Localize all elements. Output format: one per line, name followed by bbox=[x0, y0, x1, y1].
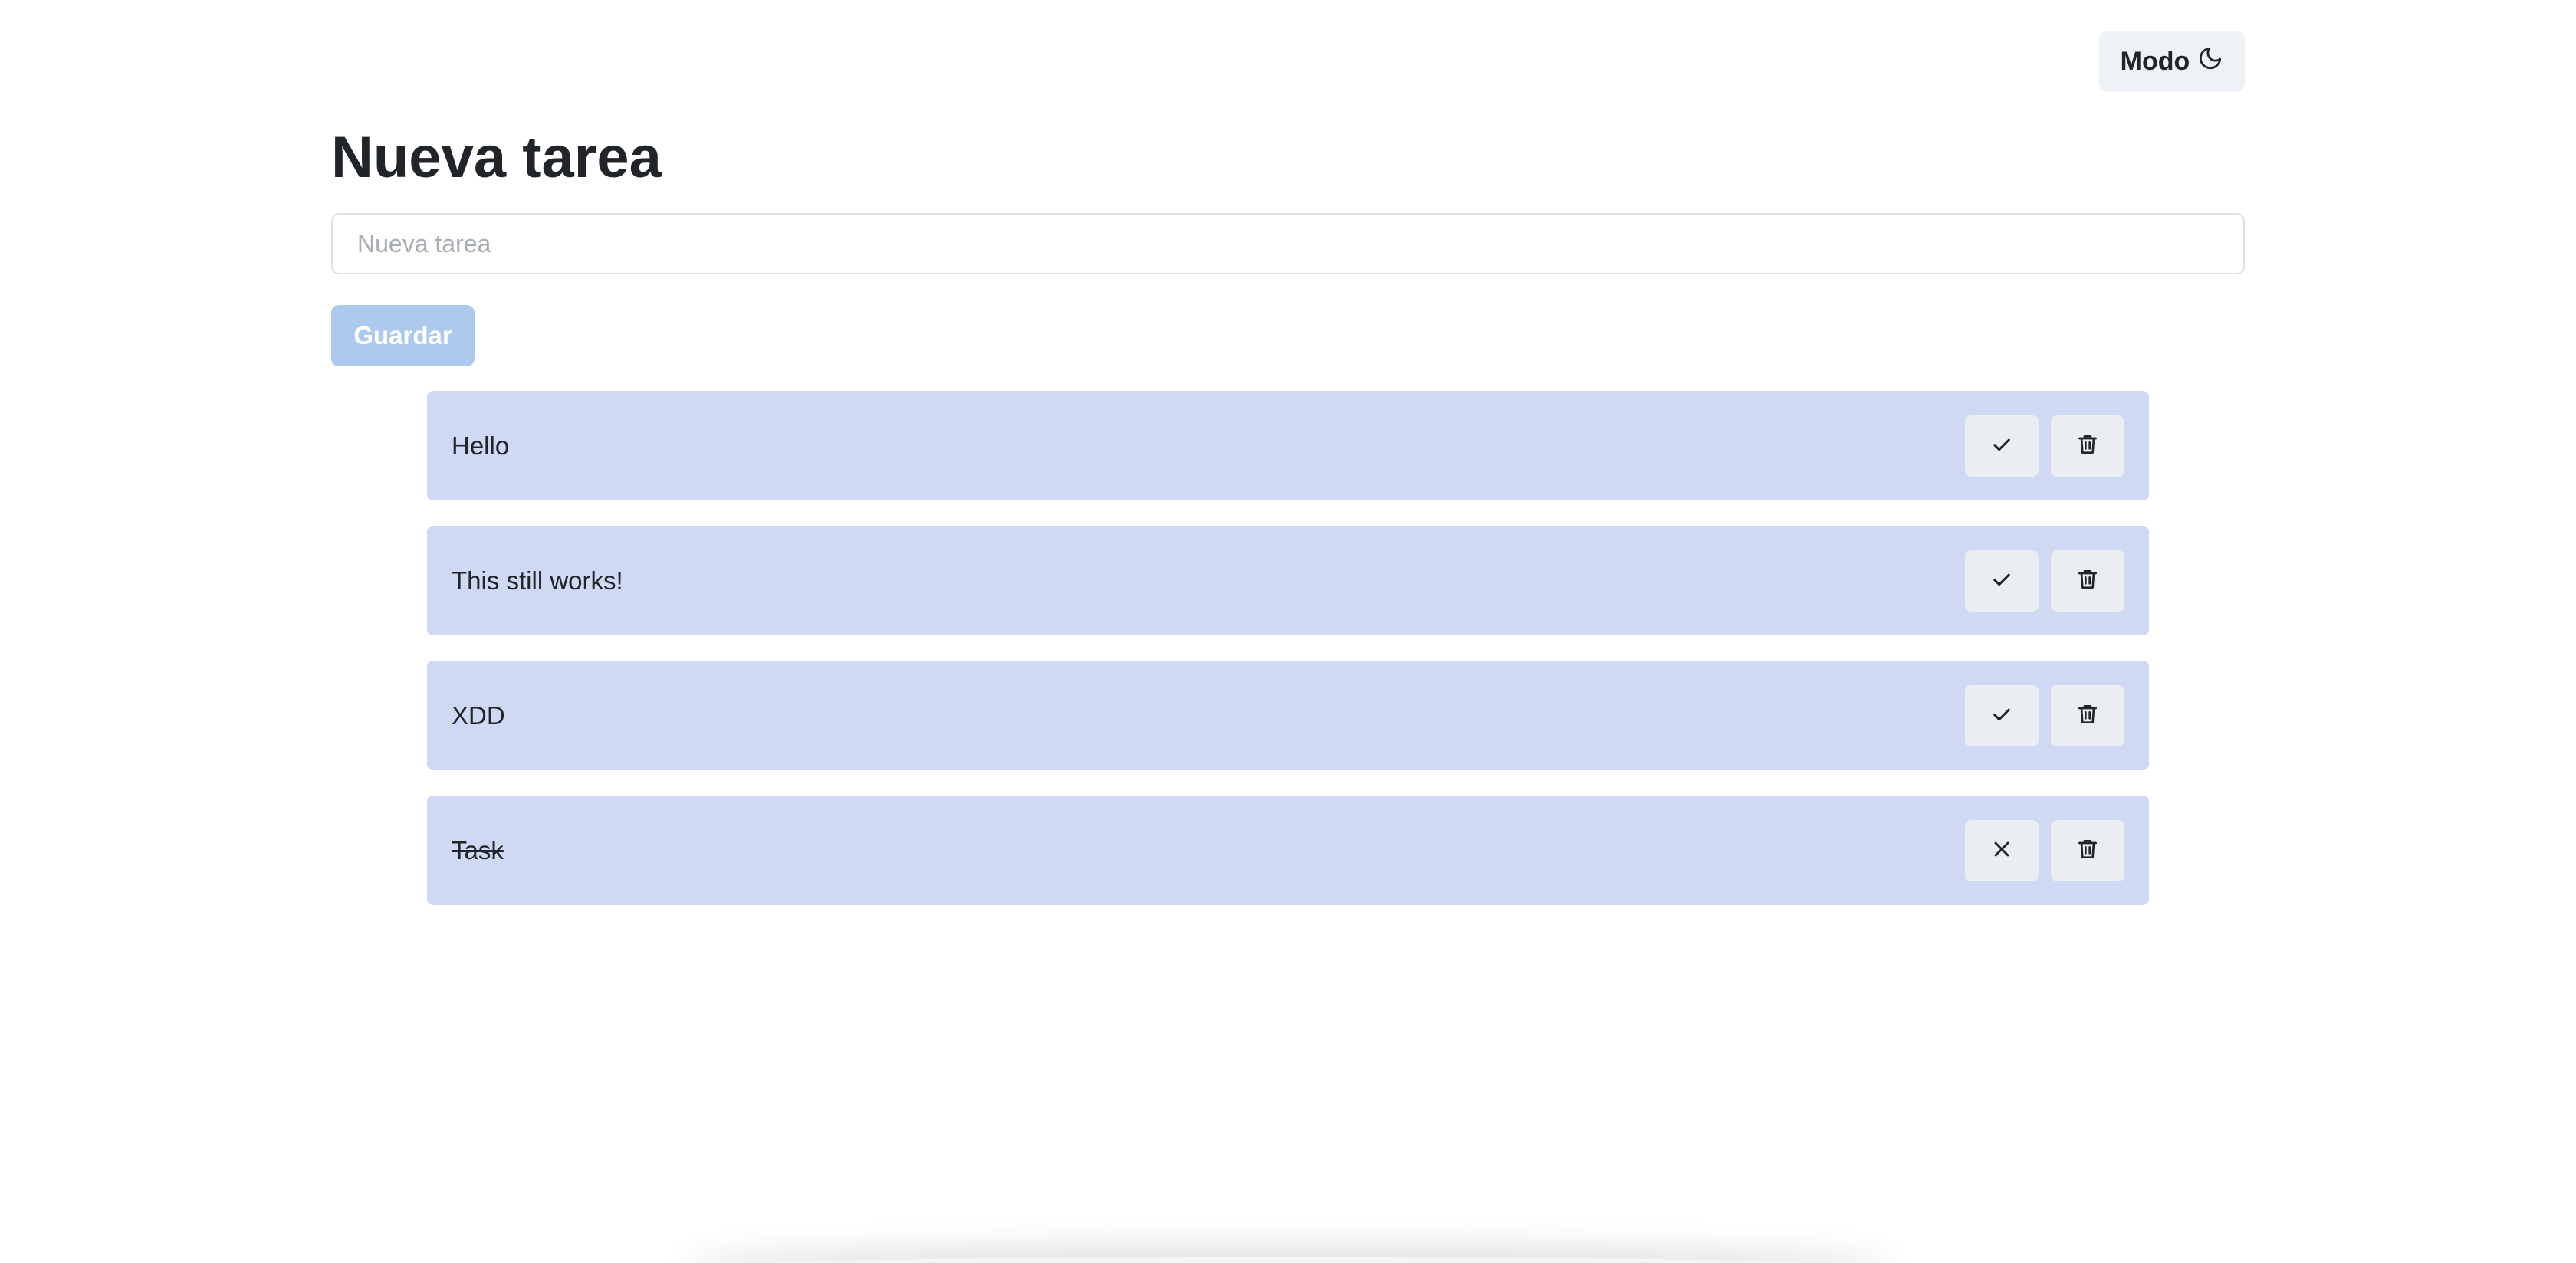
trash-icon bbox=[2075, 702, 2100, 729]
trash-icon bbox=[2075, 837, 2100, 864]
check-icon bbox=[1990, 432, 2014, 459]
mode-toggle-button[interactable]: Modo bbox=[2099, 31, 2245, 92]
task-actions bbox=[1965, 819, 2124, 881]
moon-icon bbox=[2197, 45, 2223, 78]
task-actions bbox=[1965, 684, 2124, 746]
page-title: Nueva tarea bbox=[331, 125, 662, 190]
task-text: Hello bbox=[452, 431, 510, 460]
close-icon bbox=[1990, 837, 2014, 864]
check-icon bbox=[1990, 702, 2014, 729]
task-actions bbox=[1965, 549, 2124, 612]
check-icon bbox=[1990, 567, 2014, 594]
bottom-shadow bbox=[690, 1257, 1886, 1263]
task-text: Task bbox=[452, 835, 504, 864]
task-list: Hello This still works! XDD Task bbox=[427, 391, 2149, 930]
delete-task-button[interactable] bbox=[2051, 684, 2124, 746]
page: Modo Nueva tarea Guardar Hello bbox=[0, 0, 2576, 1263]
delete-task-button[interactable] bbox=[2051, 549, 2124, 612]
uncomplete-task-button[interactable] bbox=[1965, 819, 2039, 881]
save-button[interactable]: Guardar bbox=[331, 305, 475, 366]
mode-label: Modo bbox=[2120, 46, 2190, 76]
delete-task-button[interactable] bbox=[2051, 819, 2124, 881]
task-item: Hello bbox=[427, 391, 2149, 500]
complete-task-button[interactable] bbox=[1965, 684, 2039, 746]
delete-task-button[interactable] bbox=[2051, 415, 2124, 477]
task-text: This still works! bbox=[452, 566, 623, 595]
trash-icon bbox=[2075, 567, 2100, 594]
task-item: This still works! bbox=[427, 526, 2149, 635]
task-actions bbox=[1965, 415, 2124, 477]
new-task-input[interactable] bbox=[331, 213, 2245, 274]
trash-icon bbox=[2075, 432, 2100, 459]
task-text: XDD bbox=[452, 700, 505, 730]
complete-task-button[interactable] bbox=[1965, 415, 2039, 477]
complete-task-button[interactable] bbox=[1965, 549, 2039, 612]
task-item: XDD bbox=[427, 661, 2149, 770]
task-item-completed: Task bbox=[427, 796, 2149, 905]
